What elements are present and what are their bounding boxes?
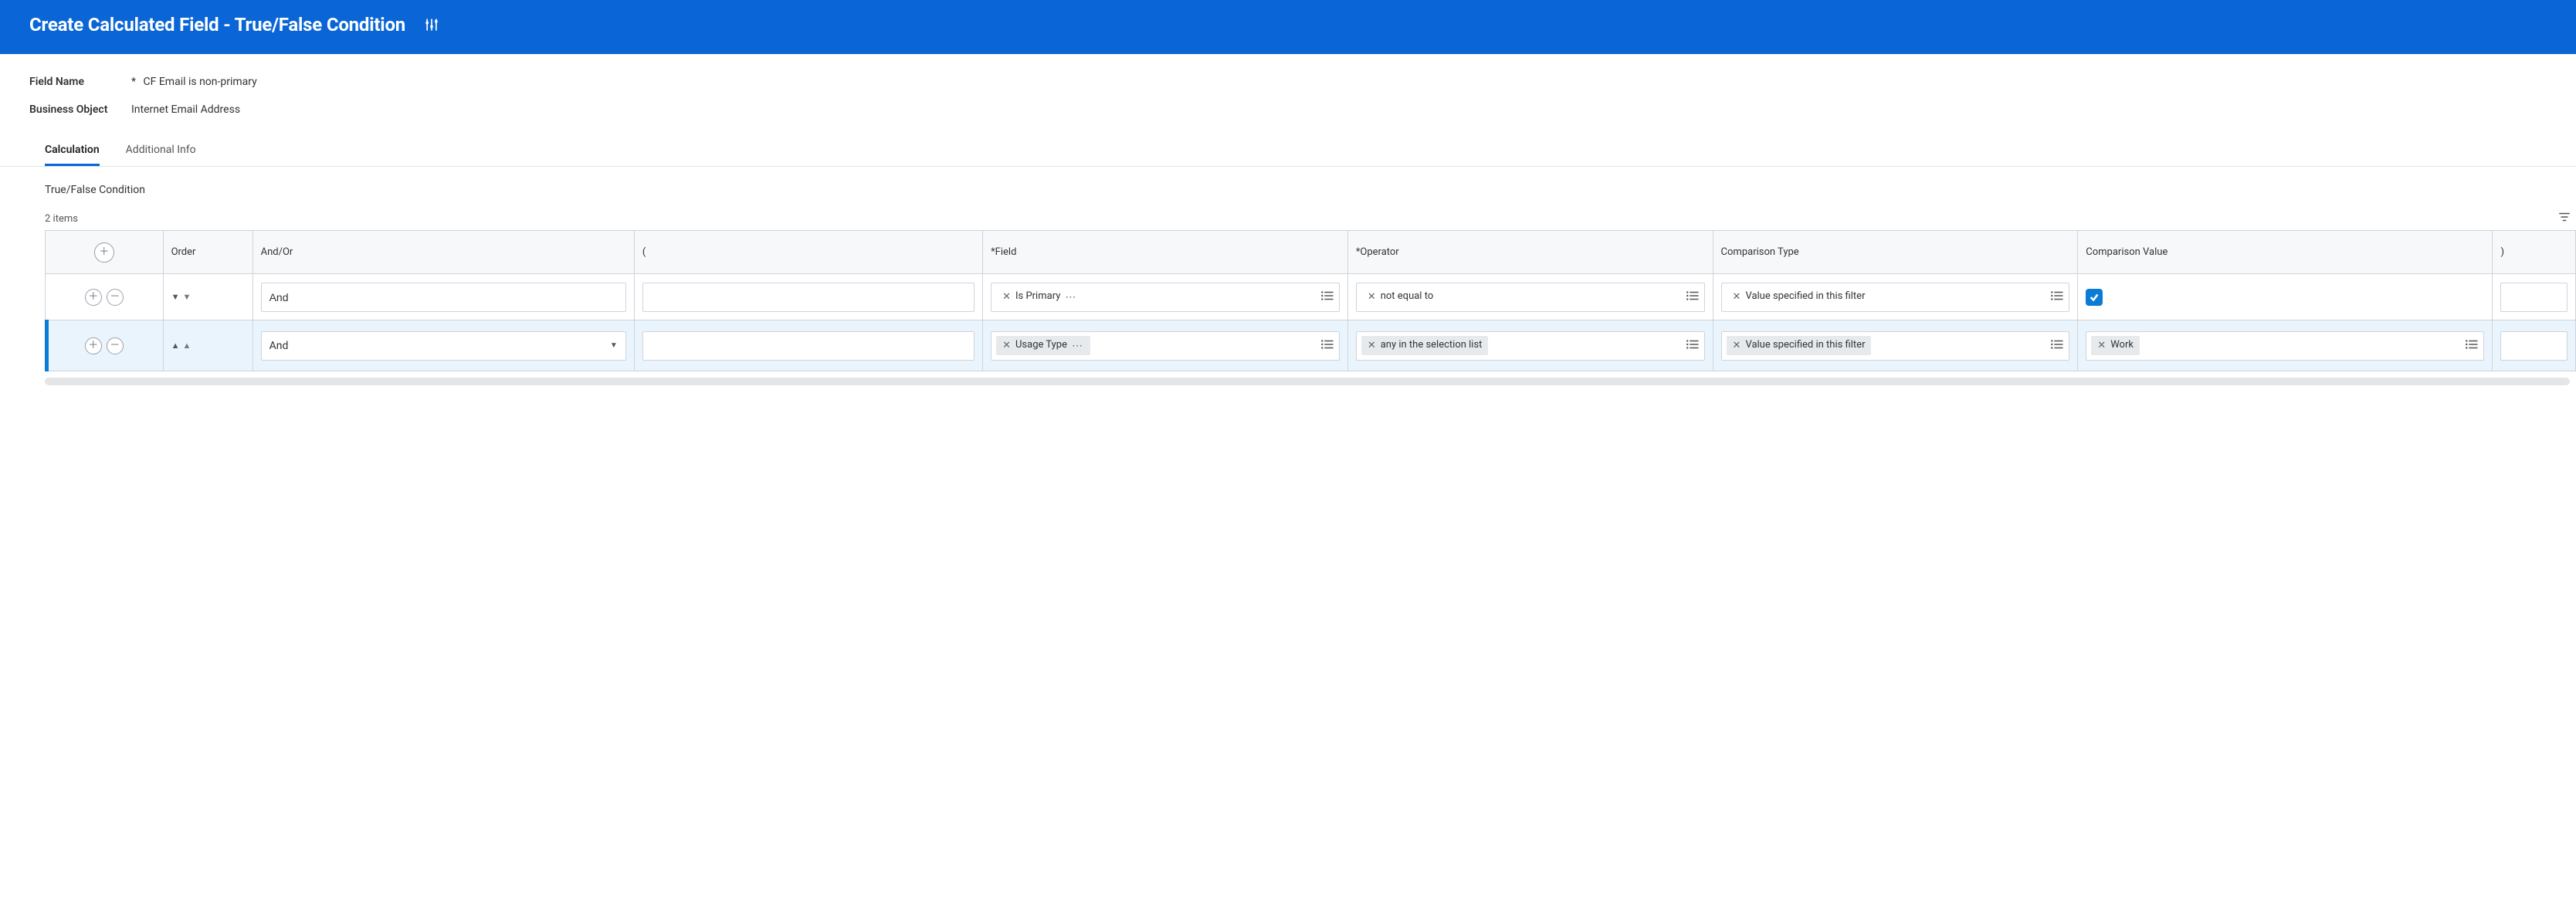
move-up-icon[interactable]: ▲ (171, 341, 180, 351)
field-chip-text: Usage Type (1015, 339, 1067, 351)
left-paren-input[interactable] (642, 331, 974, 361)
row-remove-button[interactable]: － (107, 337, 124, 354)
field-name-label: Field Name (29, 76, 114, 88)
operator-picker[interactable]: ✕ not equal to (1356, 283, 1705, 312)
right-paren-input[interactable] (2500, 331, 2568, 361)
list-icon[interactable] (2050, 290, 2064, 304)
tab-additional-info[interactable]: Additional Info (126, 136, 196, 166)
andor-input[interactable] (261, 283, 626, 312)
condition-grid-wrap: ＋ Order And/Or ( *Field *Operator Compar… (45, 230, 2576, 371)
chevron-down-icon: ▼ (610, 341, 618, 350)
tab-calculation[interactable]: Calculation (45, 136, 100, 166)
list-icon[interactable] (1686, 290, 1700, 304)
col-rparen: ) (2493, 231, 2576, 274)
comparison-value-picker[interactable]: ✕ Work (2086, 331, 2484, 361)
col-field: *Field (983, 231, 1348, 274)
condition-grid: ＋ Order And/Or ( *Field *Operator Compar… (45, 230, 2576, 371)
close-icon[interactable]: ✕ (1002, 340, 1011, 351)
field-picker[interactable]: ✕ Is Primary ⋯ (991, 283, 1340, 312)
field-name-text: CF Email is non-primary (144, 76, 257, 88)
field-chip-text: Is Primary (1015, 290, 1060, 303)
operator-chip-text: not equal to (1381, 290, 1434, 303)
right-paren-input[interactable] (2500, 283, 2568, 312)
list-icon[interactable] (1686, 339, 1700, 353)
grid-filter-icon[interactable] (2557, 210, 2571, 227)
related-icon[interactable]: ⋯ (1065, 291, 1077, 303)
col-lparen: ( (634, 231, 982, 274)
comparison-value-checkbox[interactable] (2086, 289, 2103, 306)
section-title: True/False Condition (0, 167, 2576, 207)
ctype-chip-text: Value specified in this filter (1745, 339, 1865, 351)
move-down-icon[interactable]: ▼ (171, 292, 180, 302)
col-ctype: Comparison Type (1713, 231, 2078, 274)
horizontal-scrollbar[interactable] (45, 378, 2570, 385)
header-add-row: ＋ (46, 231, 164, 274)
comparison-type-picker[interactable]: ✕ Value specified in this filter (1721, 331, 2070, 361)
list-icon[interactable] (2050, 339, 2064, 353)
close-icon[interactable]: ✕ (2097, 340, 2106, 351)
list-icon[interactable] (2465, 339, 2479, 353)
form-header: Field Name * CF Email is non-primary Bus… (0, 54, 2576, 116)
close-icon[interactable]: ✕ (1733, 340, 1741, 351)
list-icon[interactable] (1320, 339, 1334, 353)
andor-select[interactable]: And ▼ (261, 331, 626, 361)
andor-select-value: And (269, 340, 289, 352)
tabs: Calculation Additional Info (0, 131, 2576, 167)
operator-picker[interactable]: ✕ any in the selection list (1356, 331, 1705, 361)
col-andor: And/Or (253, 231, 634, 274)
comparison-type-picker[interactable]: ✕ Value specified in this filter (1721, 283, 2070, 312)
move-top-icon[interactable]: ▲ (182, 341, 191, 351)
list-icon[interactable] (1320, 290, 1334, 304)
close-icon[interactable]: ✕ (1733, 291, 1741, 303)
field-picker[interactable]: ✕ Usage Type ⋯ (991, 331, 1340, 361)
move-bottom-icon[interactable]: ▼ (182, 292, 191, 302)
col-order: Order (163, 231, 253, 274)
row-add-button[interactable]: ＋ (85, 337, 102, 354)
page-header: Create Calculated Field - True/False Con… (0, 0, 2576, 54)
col-operator: *Operator (1347, 231, 1713, 274)
close-icon[interactable]: ✕ (1002, 291, 1011, 303)
col-cvalue: Comparison Value (2078, 231, 2493, 274)
field-name-value: * CF Email is non-primary (131, 76, 257, 88)
table-row: ＋ － ▲ ▲ And ▼ (46, 320, 2576, 371)
header-settings-icon[interactable] (424, 17, 439, 32)
row-add-button[interactable]: ＋ (85, 289, 102, 306)
related-icon[interactable]: ⋯ (1072, 340, 1084, 352)
close-icon[interactable]: ✕ (1368, 340, 1376, 351)
business-object-label: Business Object (29, 103, 114, 116)
business-object-value: Internet Email Address (131, 103, 240, 116)
required-star: * (131, 76, 136, 88)
cvalue-chip-text: Work (2110, 339, 2134, 351)
table-row: ＋ － ▼ ▼ ✕ (46, 274, 2576, 320)
left-paren-input[interactable] (642, 283, 974, 312)
close-icon[interactable]: ✕ (1368, 291, 1376, 303)
ctype-chip-text: Value specified in this filter (1745, 290, 1865, 303)
items-count: 2 items (45, 213, 78, 225)
header-add-row-button[interactable]: ＋ (94, 242, 114, 263)
operator-chip-text: any in the selection list (1381, 339, 1483, 351)
page-title: Create Calculated Field - True/False Con… (29, 14, 405, 36)
row-remove-button[interactable]: － (107, 289, 124, 306)
